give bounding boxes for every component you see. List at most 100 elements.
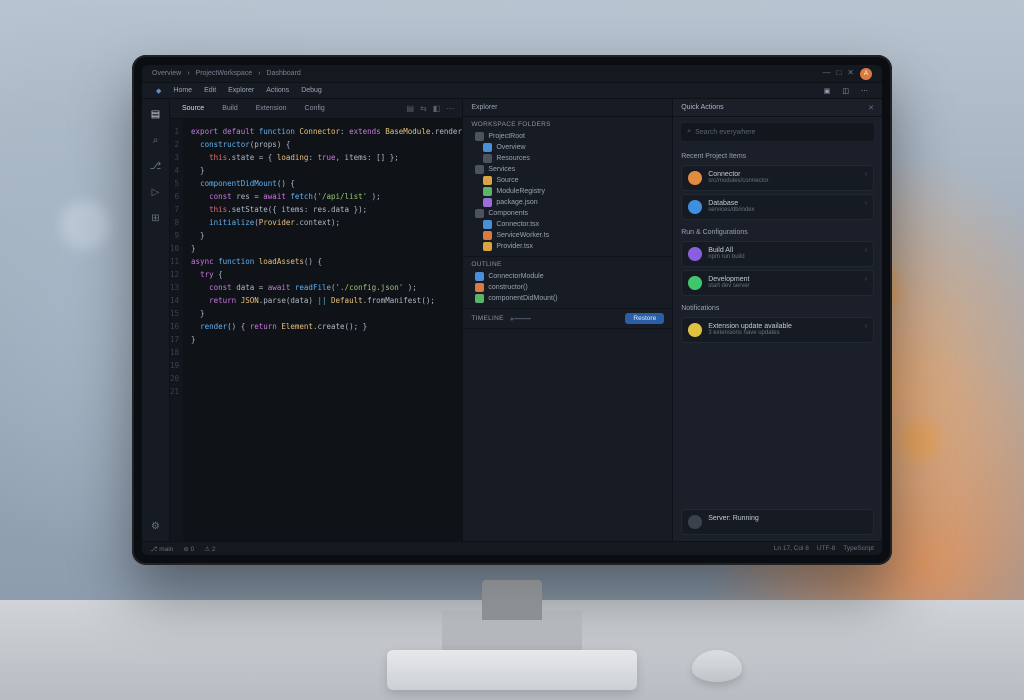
split-icon[interactable]: ◫ xyxy=(838,86,853,96)
debug-icon[interactable]: ▷ xyxy=(149,185,163,199)
profile-badge[interactable]: A xyxy=(860,68,872,80)
tree-item[interactable]: Components xyxy=(471,208,664,219)
tree-item[interactable]: Resources xyxy=(471,153,664,164)
chevron-right-icon: › xyxy=(865,276,867,283)
window-maximize-icon[interactable]: □ xyxy=(836,68,841,80)
window-close-icon[interactable]: ✕ xyxy=(847,68,854,80)
menu-edit[interactable]: Edit xyxy=(200,86,220,95)
group1-title: Recent Project Items xyxy=(681,153,874,160)
tree-label: componentDidMount() xyxy=(488,295,557,302)
tree-label: ProjectRoot xyxy=(488,133,525,140)
card-title: Build All xyxy=(708,247,744,254)
tree-item[interactable]: ProjectRoot xyxy=(471,131,664,142)
explorer-sec1-title: Workspace Folders xyxy=(471,121,664,128)
category-dot-icon xyxy=(688,200,702,214)
search-icon[interactable]: ⌕ xyxy=(149,133,163,147)
tree-item[interactable]: Source xyxy=(471,175,664,186)
tree-item[interactable]: componentDidMount() xyxy=(471,293,664,304)
list-item[interactable]: Connectorsrc/modules/connector› xyxy=(681,165,874,191)
tab-config[interactable]: Config xyxy=(301,103,329,114)
file-icon xyxy=(475,283,484,292)
tree-item[interactable]: Provider.tsx xyxy=(471,241,664,252)
extensions-icon[interactable]: ⊞ xyxy=(149,211,163,225)
status-encoding[interactable]: UTF-8 xyxy=(817,545,835,552)
tree-item[interactable]: constructor() xyxy=(471,282,664,293)
mouse xyxy=(692,650,742,682)
restore-button[interactable]: Restore xyxy=(625,313,664,324)
status-bar: ⎇ main ⊘ 0 ⚠ 2 Ln 17, Col 8 UTF-8 TypeSc… xyxy=(142,541,882,555)
tree-item[interactable]: ConnectorModule xyxy=(471,271,664,282)
more-icon[interactable]: ⋯ xyxy=(857,86,872,96)
tree-item[interactable]: package.json xyxy=(471,197,664,208)
list-item[interactable]: Databaseservices/db/index› xyxy=(681,194,874,220)
search-input[interactable]: ⌕ Search everywhere xyxy=(681,123,874,141)
editor-action-3-icon[interactable]: ◧ xyxy=(433,104,441,113)
layout-icon[interactable]: ▣ xyxy=(820,86,835,96)
crumb-1[interactable]: ProjectWorkspace xyxy=(196,70,253,77)
crumb-0[interactable]: Overview xyxy=(152,70,181,77)
explorer-sec3-title: Timeline xyxy=(471,315,503,322)
tree-item[interactable]: ServiceWorker.ts xyxy=(471,230,664,241)
list-item[interactable]: Extension update available3 extensions h… xyxy=(681,317,874,343)
gear-icon[interactable]: ⚙ xyxy=(149,519,163,533)
file-icon xyxy=(483,187,492,196)
timeline-slider[interactable]: ●━━━━ xyxy=(510,315,531,323)
status-language[interactable]: TypeScript xyxy=(843,545,874,552)
tree-item[interactable]: Connector.tsx xyxy=(471,219,664,230)
branch-icon[interactable]: ⎇ xyxy=(149,159,163,173)
file-icon xyxy=(475,272,484,281)
menu-actions[interactable]: Actions xyxy=(262,86,293,95)
status-branch[interactable]: ⎇ main xyxy=(150,545,173,553)
breadcrumb[interactable]: Overview› ProjectWorkspace› Dashboard xyxy=(152,70,301,77)
category-dot-icon xyxy=(688,247,702,261)
file-icon xyxy=(475,165,484,174)
card-title: Database xyxy=(708,200,754,207)
tree-item[interactable]: Overview xyxy=(471,142,664,153)
category-dot-icon xyxy=(688,323,702,337)
close-panel-icon[interactable]: ✕ xyxy=(868,104,874,112)
group2-title: Run & Configurations xyxy=(681,229,874,236)
code-editor[interactable]: 123456789101112131415161718192021 export… xyxy=(170,119,462,541)
tab-build[interactable]: Build xyxy=(218,103,242,114)
quick-actions-title: Quick Actions xyxy=(681,104,723,111)
search-glyph-icon: ⌕ xyxy=(687,128,691,136)
status-dot-icon xyxy=(688,515,702,529)
tree-label: Services xyxy=(488,166,515,173)
status-errors[interactable]: ⊘ 0 xyxy=(183,545,194,553)
tree-label: package.json xyxy=(496,199,537,206)
tab-source[interactable]: Source xyxy=(178,103,208,114)
tree-item[interactable]: ModuleRegistry xyxy=(471,186,664,197)
tree-label: Connector.tsx xyxy=(496,221,539,228)
card-title: Connector xyxy=(708,171,768,178)
explorer-sec2-title: Outline xyxy=(471,261,664,268)
editor-action-2-icon[interactable]: ⇆ xyxy=(420,104,427,113)
explorer-panel: Explorer Workspace Folders ProjectRootOv… xyxy=(462,99,672,541)
window-minimize-icon[interactable]: — xyxy=(822,68,830,80)
editor-action-1-icon[interactable]: ▤ xyxy=(407,104,415,113)
file-icon xyxy=(475,209,484,218)
menu-explorer[interactable]: Explorer xyxy=(224,86,258,95)
editor-action-more-icon[interactable]: ⋯ xyxy=(446,104,454,113)
category-dot-icon xyxy=(688,276,702,290)
tab-extension[interactable]: Extension xyxy=(252,103,291,114)
file-icon xyxy=(483,198,492,207)
server-status-card[interactable]: Server: Running xyxy=(681,509,874,535)
status-cursor[interactable]: Ln 17, Col 8 xyxy=(774,545,809,552)
chevron-right-icon: › xyxy=(865,247,867,254)
menu-home[interactable]: Home xyxy=(169,86,196,95)
tree-label: constructor() xyxy=(488,284,527,291)
card-subtitle: services/db/index xyxy=(708,207,754,213)
app-logo-icon[interactable]: ◆ xyxy=(152,86,165,96)
list-item[interactable]: Developmentstart dev server› xyxy=(681,270,874,296)
tree-label: Overview xyxy=(496,144,525,151)
list-item[interactable]: Build Allnpm run build› xyxy=(681,241,874,267)
crumb-2[interactable]: Dashboard xyxy=(267,70,301,77)
titlebar: Overview› ProjectWorkspace› Dashboard — … xyxy=(142,65,882,83)
menu-debug[interactable]: Debug xyxy=(297,86,326,95)
status-warnings[interactable]: ⚠ 2 xyxy=(204,545,215,553)
monitor-bezel: Overview› ProjectWorkspace› Dashboard — … xyxy=(132,55,892,565)
tree-item[interactable]: Services xyxy=(471,164,664,175)
tree-label: Components xyxy=(488,210,528,217)
files-icon[interactable]: ▤ xyxy=(149,107,163,121)
tree-label: ServiceWorker.ts xyxy=(496,232,549,239)
